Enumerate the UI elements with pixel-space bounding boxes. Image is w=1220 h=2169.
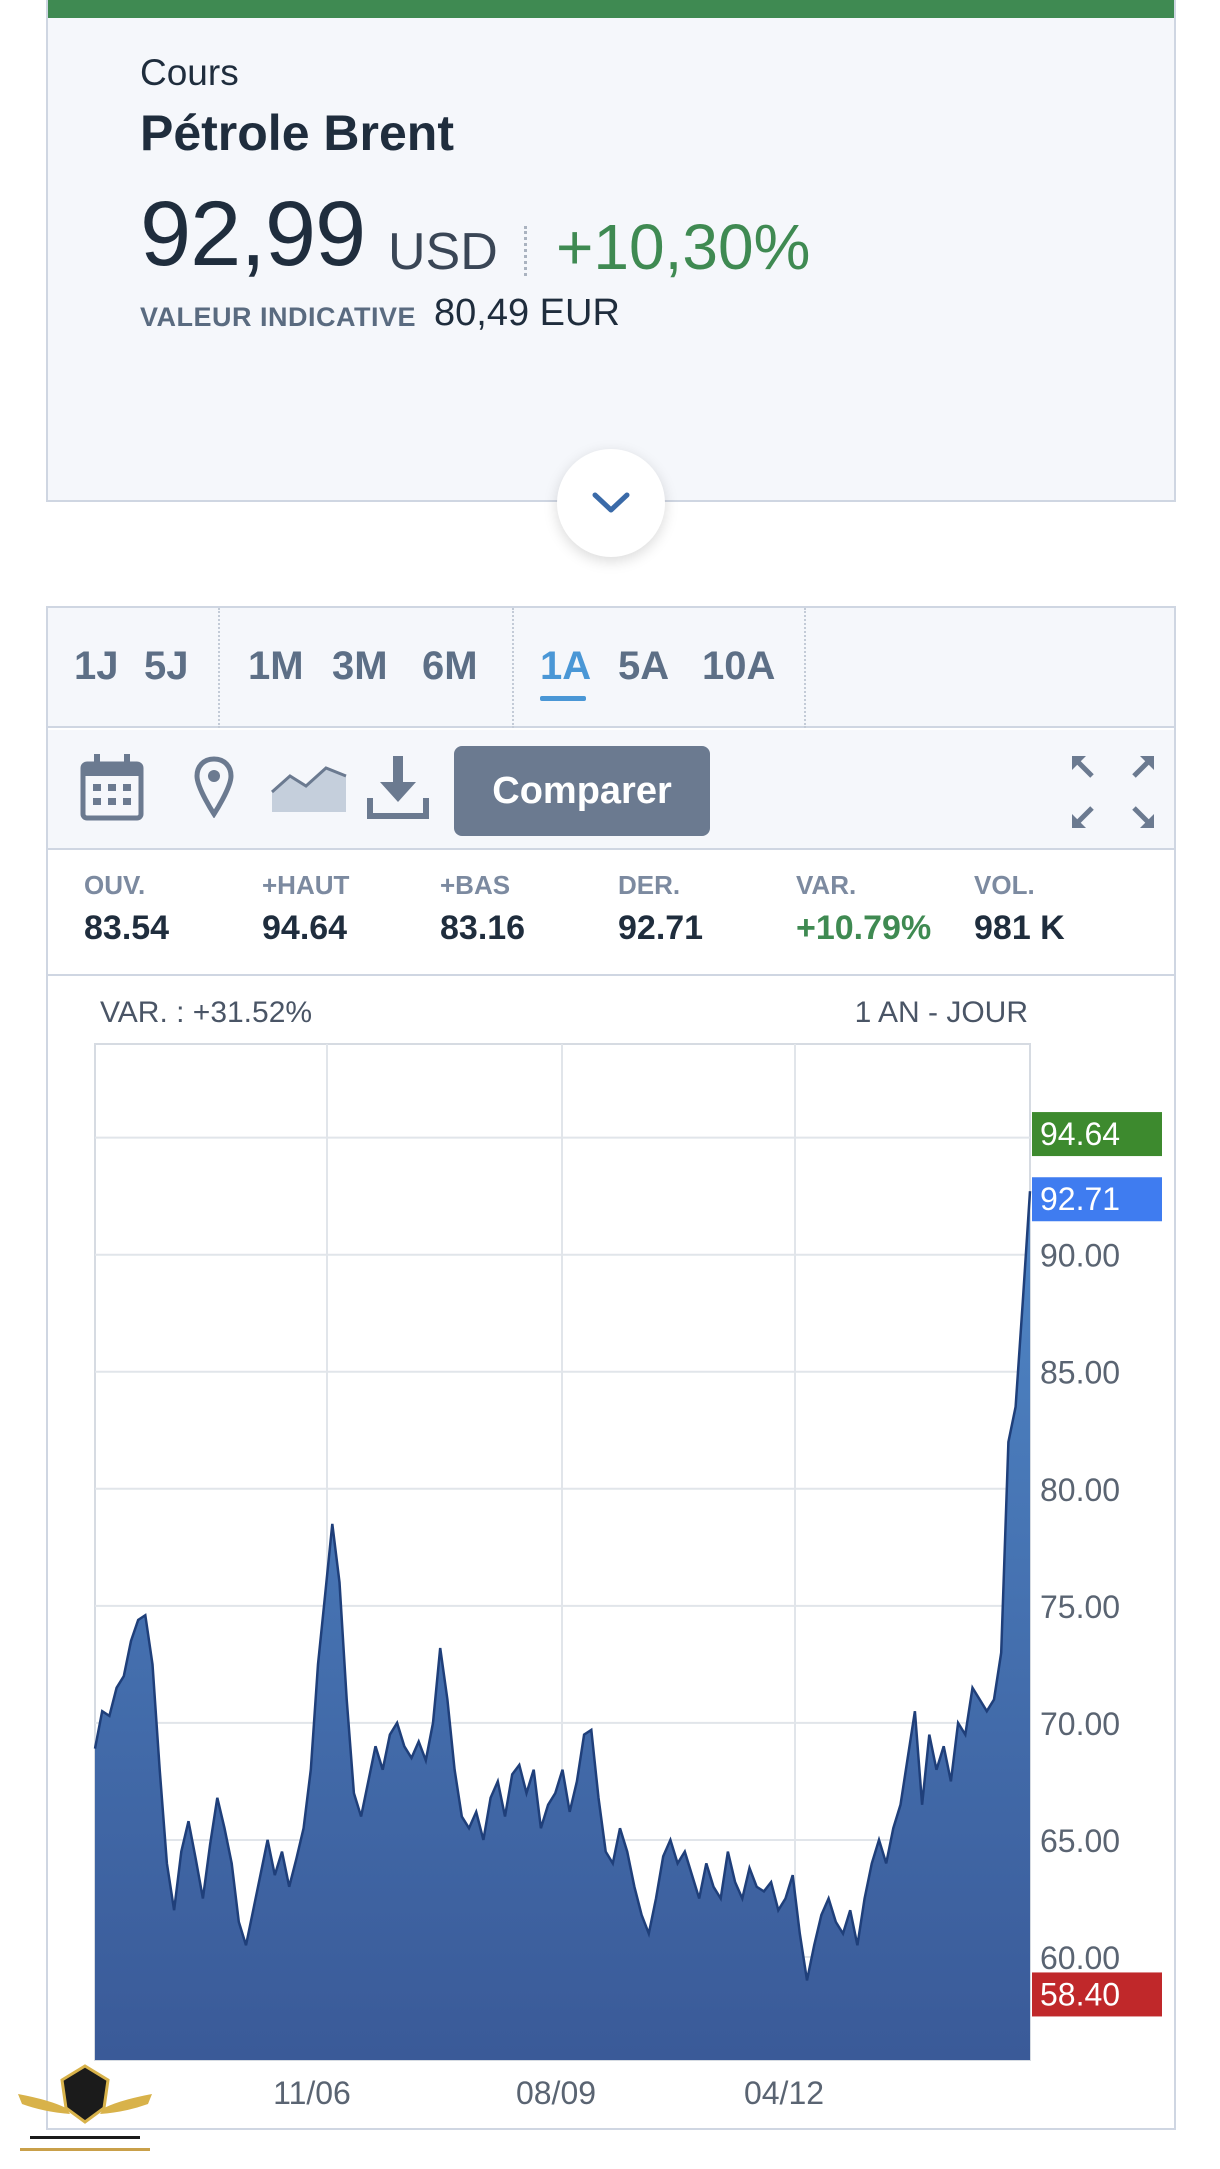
y-tick-label: 60.00 bbox=[1040, 1940, 1120, 1976]
y-tick-label: 75.00 bbox=[1040, 1589, 1120, 1625]
x-tick-label: 11/06 bbox=[273, 2075, 351, 2111]
y-tick-label: 65.00 bbox=[1040, 1823, 1120, 1859]
y-tick-label: 85.00 bbox=[1040, 1355, 1120, 1391]
x-tick-label: 04/12 bbox=[744, 2075, 824, 2111]
price-marker-label: 94.64 bbox=[1040, 1116, 1120, 1152]
price-marker-label: 92.71 bbox=[1040, 1181, 1120, 1217]
y-tick-label: 90.00 bbox=[1040, 1238, 1120, 1274]
price-marker-label: 58.40 bbox=[1040, 1976, 1120, 2012]
x-tick-label: 08/09 bbox=[516, 2075, 596, 2111]
price-chart: 60.0065.0070.0075.0080.0085.0090.0095.00… bbox=[93, 1043, 1162, 2111]
y-tick-label: 80.00 bbox=[1040, 1472, 1120, 1508]
forum-logo bbox=[18, 2064, 152, 2151]
y-tick-label: 70.00 bbox=[1040, 1706, 1120, 1742]
